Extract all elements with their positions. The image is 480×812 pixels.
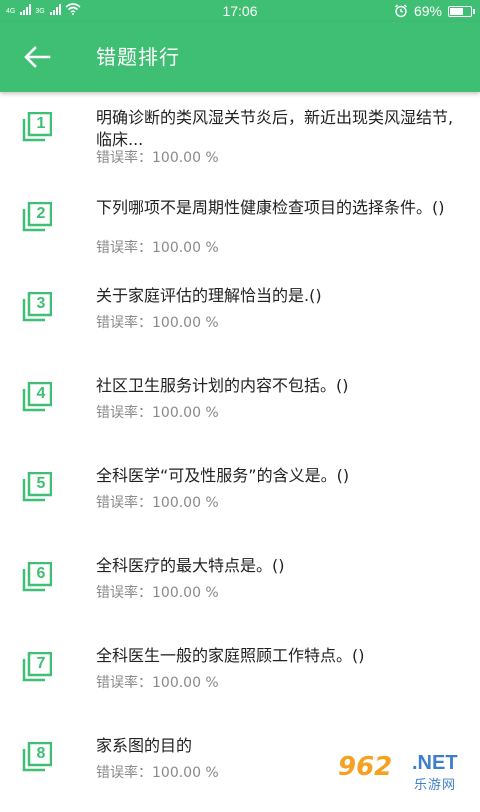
- question-text: 关于家庭评估的理解恰当的是.(): [96, 285, 466, 307]
- rank-badge-icon: 7: [22, 652, 52, 682]
- list-item[interactable]: 2 下列哪项不是周期性健康检查项目的选择条件。() 错误率：100.00 %: [0, 182, 480, 272]
- rank-badge-icon: 4: [22, 382, 52, 412]
- list-item[interactable]: 6 全科医疗的最大特点是。() 错误率：100.00 %: [0, 542, 480, 632]
- list-item[interactable]: 4 社区卫生服务计划的内容不包括。() 错误率：100.00 %: [0, 362, 480, 452]
- list-item[interactable]: 5 全科医学“可及性服务”的含义是。() 错误率：100.00 %: [0, 452, 480, 542]
- error-rate-value: 100.00 %: [152, 315, 219, 331]
- list-item[interactable]: 1 明确诊断的类风湿关节炎后，新近出现类风湿结节,临床... 错误率：100.0…: [0, 92, 480, 182]
- list-item[interactable]: 3 关于家庭评估的理解恰当的是.() 错误率：100.00 %: [0, 272, 480, 362]
- error-rate: 错误率：100.00 %: [96, 584, 219, 602]
- error-rate: 错误率：100.00 %: [96, 764, 219, 782]
- error-rate-label: 错误率：: [96, 765, 152, 781]
- error-rate-value: 100.00 %: [152, 150, 219, 166]
- error-rate-label: 错误率：: [96, 495, 152, 511]
- list-item[interactable]: 7 全科医生一般的家庭照顾工作特点。() 错误率：100.00 %: [0, 632, 480, 722]
- watermark-sub-text: 乐游网: [414, 774, 456, 793]
- question-text: 下列哪项不是周期性健康检查项目的选择条件。(): [96, 197, 466, 219]
- error-rate-value: 100.00 %: [152, 675, 219, 691]
- error-rate-value: 100.00 %: [152, 405, 219, 421]
- error-rate-value: 100.00 %: [152, 585, 219, 601]
- question-text: 社区卫生服务计划的内容不包括。(): [96, 375, 466, 397]
- rank-number: 3: [31, 293, 51, 314]
- alarm-clock-icon: [394, 4, 408, 18]
- error-rate-label: 错误率：: [96, 150, 152, 166]
- status-bar: 4G 3G 17:06 69%: [0, 0, 480, 22]
- rank-number: 5: [31, 473, 51, 494]
- page-title: 错题排行: [96, 44, 180, 70]
- error-rate-value: 100.00 %: [152, 240, 219, 256]
- rank-badge-icon: 1: [22, 112, 52, 142]
- question-text: 全科医疗的最大特点是。(): [96, 555, 466, 577]
- rank-number: 1: [31, 113, 51, 134]
- question-text: 全科医学“可及性服务”的含义是。(): [96, 465, 466, 487]
- rank-badge-icon: 8: [22, 742, 52, 772]
- arrow-back-icon: [22, 44, 52, 70]
- question-text: 全科医生一般的家庭照顾工作特点。(): [96, 645, 466, 667]
- rank-number: 7: [31, 653, 51, 674]
- error-rate: 错误率：100.00 %: [96, 674, 219, 692]
- question-text: 明确诊断的类风湿关节炎后，新近出现类风湿结节,临床...: [96, 107, 466, 151]
- rank-badge-icon: 2: [22, 202, 52, 232]
- rank-badge-icon: 6: [22, 562, 52, 592]
- rank-number: 2: [31, 203, 51, 224]
- error-rate: 错误率：100.00 %: [96, 494, 219, 512]
- error-rate-label: 错误率：: [96, 585, 152, 601]
- error-rate: 错误率：100.00 %: [96, 239, 219, 257]
- error-rate-value: 100.00 %: [152, 765, 219, 781]
- rank-number: 6: [31, 563, 51, 584]
- error-rate-label: 错误率：: [96, 315, 152, 331]
- rank-badge-icon: 3: [22, 292, 52, 322]
- watermark-logo-suffix: .NET: [412, 752, 458, 775]
- app-bar: 错题排行: [0, 22, 480, 92]
- error-rate: 错误率：100.00 %: [96, 314, 219, 332]
- error-rate-value: 100.00 %: [152, 495, 219, 511]
- error-rate: 错误率：100.00 %: [96, 149, 219, 167]
- battery-percent: 69%: [414, 3, 442, 19]
- wrong-question-ranking-list: 1 明确诊断的类风湿关节炎后，新近出现类风湿结节,临床... 错误率：100.0…: [0, 92, 480, 812]
- error-rate: 错误率：100.00 %: [96, 404, 219, 422]
- watermark-logo: 962 .NET 乐游网: [338, 750, 474, 794]
- status-right: 69%: [394, 3, 472, 19]
- error-rate-label: 错误率：: [96, 675, 152, 691]
- rank-number: 4: [31, 383, 51, 404]
- error-rate-label: 错误率：: [96, 240, 152, 256]
- watermark-logo-text: 962: [338, 752, 392, 782]
- error-rate-label: 错误率：: [96, 405, 152, 421]
- battery-icon: [448, 6, 472, 17]
- rank-badge-icon: 5: [22, 472, 52, 502]
- rank-number: 8: [31, 743, 51, 764]
- back-button[interactable]: [22, 44, 52, 70]
